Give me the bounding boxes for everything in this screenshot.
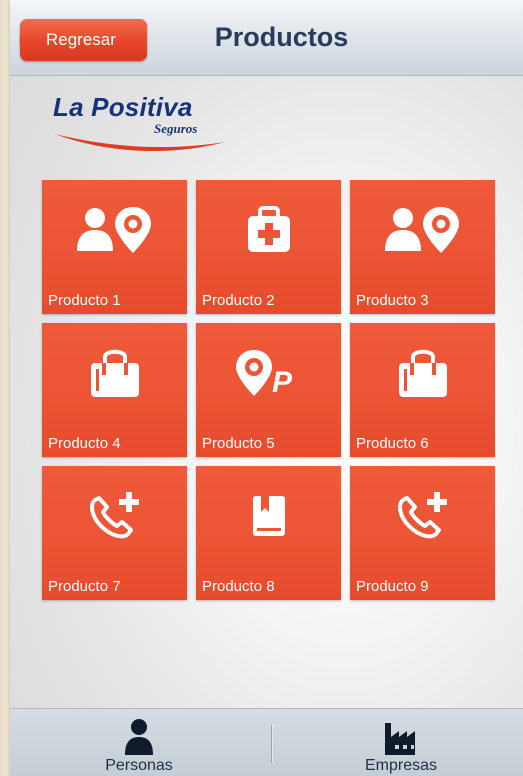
factory-icon [385, 723, 415, 755]
tab-empresas[interactable]: Empresas [326, 709, 476, 776]
product-tile-5[interactable]: P Producto 5 [196, 323, 341, 457]
brand-name: La Positiva [53, 92, 193, 122]
product-label: Producto 1 [48, 292, 121, 309]
product-label: Producto 8 [202, 578, 275, 595]
product-tile-7[interactable]: Producto 7 [42, 466, 187, 600]
tab-personas[interactable]: Personas [64, 709, 214, 776]
product-label: Producto 5 [202, 435, 275, 452]
person-icon [125, 719, 153, 755]
person-location-icon [350, 202, 495, 258]
brand-logo: La Positiva Seguros [53, 92, 233, 158]
book-icon [196, 488, 341, 544]
tab-bar: Personas Empresas [10, 708, 523, 776]
parking-location-icon: P [196, 345, 341, 401]
brand-swoosh [55, 134, 225, 152]
product-label: Producto 4 [48, 435, 121, 452]
tab-divider [271, 725, 272, 763]
tab-label: Empresas [364, 757, 438, 774]
nav-bar: Regresar Productos [10, 0, 523, 76]
product-tile-1[interactable]: Producto 1 [42, 180, 187, 314]
app-screen: Regresar Productos La Positiva Seguros P… [10, 0, 523, 776]
product-tile-2[interactable]: Producto 2 [196, 180, 341, 314]
product-tile-8[interactable]: Producto 8 [196, 466, 341, 600]
product-label: Producto 7 [48, 578, 121, 595]
product-tile-9[interactable]: Producto 9 [350, 466, 495, 600]
shopping-bag-icon [42, 345, 187, 401]
product-tile-6[interactable]: Producto 6 [350, 323, 495, 457]
person-location-icon [42, 202, 187, 258]
shopping-bag-icon [350, 345, 495, 401]
tab-label: Personas [105, 757, 173, 774]
product-label: Producto 9 [356, 578, 429, 595]
page-title-text: Productos [214, 22, 349, 52]
product-tile-4[interactable]: Producto 4 [42, 323, 187, 457]
first-aid-kit-icon [196, 202, 341, 258]
product-tile-3[interactable]: Producto 3 [350, 180, 495, 314]
page-title: Productos [10, 22, 523, 53]
background-edge [0, 0, 10, 776]
phone-add-icon [350, 488, 495, 544]
svg-text:P: P [272, 366, 293, 398]
product-label: Producto 6 [356, 435, 429, 452]
product-label: Producto 2 [202, 292, 275, 309]
product-label: Producto 3 [356, 292, 429, 309]
phone-add-icon [42, 488, 187, 544]
